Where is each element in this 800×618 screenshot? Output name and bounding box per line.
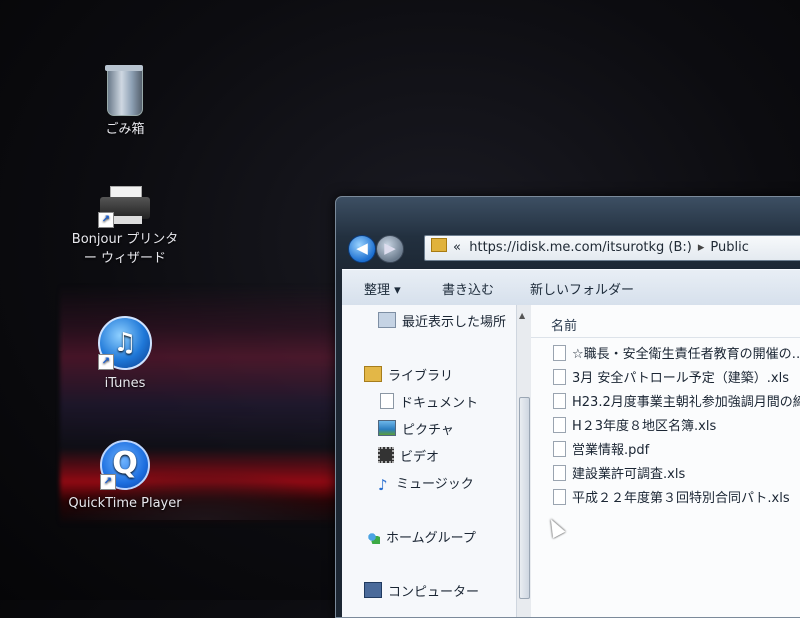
pictures-icon [378,420,396,436]
desktop-icon-quicktime[interactable]: Q ↗ QuickTime Player [55,440,195,513]
music-note-icon: ♪ [378,476,388,494]
shortcut-arrow-icon: ↗ [100,474,116,490]
new-folder-button[interactable]: 新しいフォルダー [530,279,634,298]
homegroup-icon [364,530,380,544]
desktop-icon-bonjour-printer[interactable]: ↗ Bonjour プリンタ ー ウィザード [55,186,195,268]
command-bar: 整理 ▾ 書き込む 新しいフォルダー [342,269,800,307]
file-icon [553,369,566,385]
address-bar[interactable]: « https://idisk.me.com/itsurotkg (B:) ▸ Pu… [424,235,800,261]
forward-button[interactable]: ▶ [376,235,404,263]
video-icon [378,447,394,463]
file-icon [553,345,566,361]
file-name: 平成２２年度第３回特別合同パト.xls [572,491,790,506]
file-item[interactable]: H23.2月度事業主朝礼参加強調月間の締 [553,391,800,410]
desktop-icon-label: ごみ箱 [105,122,145,137]
file-name: H２3年度８地区名簿.xls [572,419,717,434]
computer-icon [364,582,382,598]
navigation-pane: 最近表示した場所 ライブラリ ドキュメント ピクチャ ビデオ ♪ ミュージック ホ… [342,305,516,617]
recycle-bin-icon [105,65,143,116]
desktop-icon-itunes[interactable]: ♫ ↗ iTunes [55,316,195,393]
nav-item-videos[interactable]: ビデオ [378,446,439,465]
navpane-scrollbar[interactable]: ▲ [516,305,531,617]
file-icon [553,417,566,433]
file-item[interactable]: 建設業許可調査.xls [553,463,685,482]
address-current-folder[interactable]: Public [710,240,748,255]
address-overflow-chevron[interactable]: « [453,240,461,255]
nav-item-label: ピクチャ [402,423,454,438]
file-name: H23.2月度事業主朝礼参加強調月間の締 [572,395,800,410]
column-separator [531,337,800,338]
nav-item-homegroup[interactable]: ホームグループ [364,527,476,546]
file-icon [553,441,566,457]
document-icon [380,393,394,409]
file-name: ☆職長・安全衛生責任者教育の開催の… [572,347,800,362]
file-item[interactable]: H２3年度８地区名簿.xls [553,415,716,434]
library-icon [364,366,382,382]
file-name: 3月 安全パトロール予定（建築）.xls [572,371,790,386]
explorer-window[interactable]: ◀ ▶ « https://idisk.me.com/itsurotkg (B:… [335,196,800,618]
scroll-up-arrow-icon[interactable]: ▲ [519,311,525,320]
file-item[interactable]: ☆職長・安全衛生責任者教育の開催の… [553,343,800,362]
file-icon [553,489,566,505]
folder-icon [431,238,447,252]
nav-item-label: コンピューター [388,585,480,600]
desktop-icon-label: Bonjour プリンタ [71,232,179,247]
file-list-pane: 名前 ☆職長・安全衛生責任者教育の開催の… 3月 安全パトロール予定（建築）.x… [531,305,800,617]
desktop-icon-label: ー ウィザード [83,251,167,266]
file-item[interactable]: 営業情報.pdf [553,439,649,458]
itunes-icon: ♫ ↗ [98,316,152,370]
file-icon [553,465,566,481]
file-item[interactable]: 3月 安全パトロール予定（建築）.xls [553,367,789,386]
quicktime-icon: Q ↗ [100,440,150,490]
nav-item-computer[interactable]: コンピューター [364,581,479,600]
desktop-icon-label: iTunes [104,376,146,391]
nav-item-documents[interactable]: ドキュメント [380,392,478,411]
printer-icon: ↗ [98,186,150,228]
scrollbar-thumb[interactable] [519,397,530,599]
file-item[interactable]: 平成２２年度第３回特別合同パト.xls [553,487,790,506]
file-name: 建設業許可調査.xls [572,467,686,482]
nav-item-recent[interactable]: 最近表示した場所 [378,311,506,330]
desktop-icon-recycle-bin[interactable]: ごみ箱 [55,65,195,139]
address-separator-icon[interactable]: ▸ [698,240,705,255]
explorer-body: 最近表示した場所 ライブラリ ドキュメント ピクチャ ビデオ ♪ ミュージック ホ… [342,305,800,617]
nav-item-pictures[interactable]: ピクチャ [378,419,454,438]
nav-item-label: ビデオ [400,450,440,465]
shortcut-arrow-icon: ↗ [98,354,114,370]
shortcut-arrow-icon: ↗ [98,212,114,228]
nav-item-label: ミュージック [396,477,474,492]
nav-item-music[interactable]: ♪ ミュージック [378,473,474,494]
desktop-icon-label: QuickTime Player [68,496,182,511]
file-icon [553,393,566,409]
recent-places-icon [378,312,396,328]
file-name: 営業情報.pdf [572,443,650,458]
nav-item-label: ライブラリ [388,369,454,384]
nav-item-label: ドキュメント [400,396,479,411]
nav-item-libraries[interactable]: ライブラリ [364,365,453,384]
organize-button[interactable]: 整理 ▾ [364,279,401,298]
column-header-name[interactable]: 名前 [551,315,577,334]
burn-button[interactable]: 書き込む [442,279,494,298]
nav-item-label: 最近表示した場所 [402,315,507,330]
back-button[interactable]: ◀ [348,235,376,263]
nav-item-label: ホームグループ [386,531,476,546]
address-path[interactable]: https://idisk.me.com/itsurotkg (B:) [469,240,692,255]
